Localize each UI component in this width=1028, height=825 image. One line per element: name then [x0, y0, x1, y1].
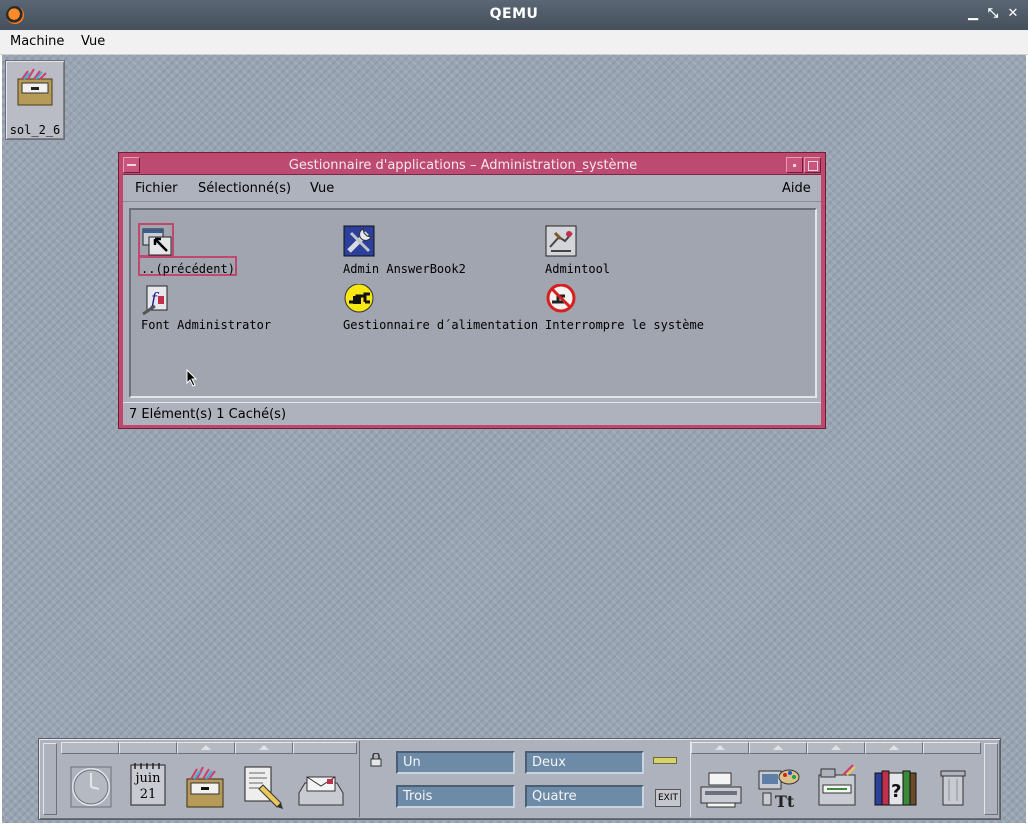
workspace-button-quatre[interactable]: Quatre [525, 785, 644, 808]
minimize-icon[interactable]: ▁ [964, 5, 982, 23]
subpanel-tab[interactable] [293, 742, 357, 754]
arrow-up-icon [889, 745, 899, 750]
arrow-up-icon [201, 745, 211, 750]
workspace-button-un[interactable]: Un [396, 751, 515, 774]
calendar-month: juin [135, 771, 161, 786]
text-editor-icon[interactable] [239, 759, 287, 813]
qemu-menubar: Machine Vue [0, 30, 1028, 55]
workspace-button-trois[interactable]: Trois [396, 785, 515, 808]
status-bar: 7 Elément(s) 1 Caché(s) [123, 402, 821, 425]
subpanel-tab[interactable] [749, 742, 807, 754]
desktop-icon-sol_2_6[interactable]: sol_2_6 [5, 60, 65, 140]
file-cabinet-icon [17, 68, 53, 106]
subpanel-tab[interactable] [235, 742, 293, 754]
calendar-button[interactable]: juin 21 [125, 759, 173, 813]
workspace-label: Quatre [532, 789, 577, 804]
qemu-titlebar: QEMU ▁ ⤡ ✕ [0, 0, 1028, 30]
menu-fichier[interactable]: Fichier [135, 181, 178, 196]
admintool-icon [545, 225, 577, 257]
trash-icon[interactable] [929, 759, 977, 813]
window-menu-button[interactable] [123, 157, 140, 173]
calendar-day: 21 [139, 787, 157, 802]
subpanel-tab[interactable] [61, 742, 119, 754]
restore-icon[interactable]: ⤡ [984, 5, 1002, 23]
menu-machine[interactable]: Machine [10, 34, 64, 49]
printer-icon[interactable] [697, 759, 745, 813]
subpanel-tab[interactable] [119, 742, 177, 754]
menu-aide[interactable]: Aide [782, 181, 811, 196]
file-manager-icon[interactable] [181, 759, 229, 813]
shutdown-icon [546, 284, 576, 313]
menu-vue[interactable]: Vue [81, 34, 105, 49]
app-item-label: Interrompre le système [545, 318, 704, 332]
subpanel-tab[interactable] [691, 742, 749, 754]
subpanel-tab[interactable] [177, 742, 235, 754]
mail-icon[interactable] [297, 759, 345, 813]
arrow-up-icon [715, 745, 725, 750]
front-panel-right-handle[interactable] [984, 743, 998, 815]
busy-indicator [653, 757, 677, 764]
app-item-label: Admintool [545, 262, 611, 276]
qemu-window-title: QEMU [489, 6, 539, 22]
close-icon[interactable]: ✕ [1004, 5, 1022, 23]
style-manager-icon[interactable]: Tt [755, 759, 803, 813]
workspace-label: Deux [532, 755, 566, 770]
parent-folder-icon [142, 228, 172, 256]
menu-selectionne[interactable]: Sélectionné(s) [198, 181, 291, 196]
menu-vue-window[interactable]: Vue [310, 181, 334, 196]
subpanel-tab[interactable] [807, 742, 865, 754]
answerbook-tools-icon [343, 225, 375, 257]
window-maximize-button[interactable] [804, 157, 821, 173]
workspace-label: Un [403, 755, 421, 770]
window-titlebar[interactable]: Gestionnaire d'applications – Administra… [123, 157, 821, 175]
window-minimize-button[interactable] [786, 157, 803, 173]
subpanel-tab[interactable] [923, 742, 981, 754]
mouse-pointer-icon [186, 369, 198, 387]
application-manager-icon[interactable] [813, 759, 861, 813]
app-item-label: Gestionnaire d´alimentation [343, 318, 539, 332]
window-menubar: Fichier Sélectionné(s) Vue Aide [123, 175, 821, 202]
help-books-icon[interactable]: ? [871, 759, 919, 813]
app-item-label: Admin AnswerBook2 [343, 262, 466, 276]
desktop-icon-label: sol_2_6 [9, 123, 61, 137]
clock-icon[interactable] [67, 759, 115, 813]
app-item-label: ..(précédent) [141, 262, 235, 276]
svg-text:?: ? [891, 781, 901, 802]
status-text: 7 Elément(s) 1 Caché(s) [129, 407, 287, 422]
calendar-icon [130, 763, 166, 806]
exit-button[interactable]: EXIT [655, 789, 681, 807]
front-panel: juin 21 Un Deux Trois Quatre EXIT Tt ? [38, 738, 1001, 820]
lock-icon[interactable] [369, 753, 383, 767]
application-manager-window: Gestionnaire d'applications – Administra… [118, 152, 826, 429]
subpanel-tab[interactable] [865, 742, 923, 754]
arrow-up-icon [259, 745, 269, 750]
workspace-label: Trois [403, 789, 433, 804]
application-icon-area[interactable]: ..(précédent) Admin AnswerBook2 Admintoo… [129, 208, 817, 398]
workspace-button-deux[interactable]: Deux [525, 751, 644, 774]
guest-desktop: sol_2_6 Gestionnaire d'applications – Ad… [2, 55, 1026, 823]
svg-text:Tt: Tt [775, 792, 795, 811]
app-item-label: Font Administrator [141, 318, 272, 332]
font-admin-icon: f [142, 285, 168, 316]
arrow-up-icon [773, 745, 783, 750]
window-title: Gestionnaire d'applications – Administra… [288, 158, 638, 173]
arrow-up-icon [831, 745, 841, 750]
front-panel-left-handle[interactable] [43, 743, 57, 815]
power-manager-icon [344, 284, 374, 313]
